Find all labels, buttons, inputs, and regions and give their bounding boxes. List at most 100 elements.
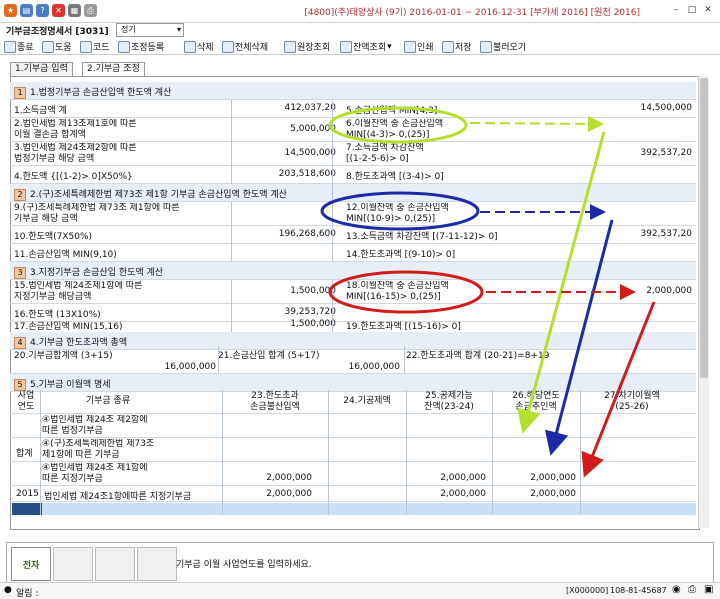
section-badge: 1 — [14, 87, 26, 99]
bottom-slot-button[interactable] — [53, 547, 93, 581]
field-label: 10.한도액(7X50%) — [14, 232, 93, 242]
field-value[interactable]: 392,537,20 — [570, 148, 692, 158]
row-4: 4.한도액 {[(1-2)> 0]X50%} 203,518,600 8.한도초… — [10, 166, 696, 184]
field-value[interactable]: 1,500,000 — [240, 319, 336, 329]
tool-delete-all-button[interactable]: 전체삭제 — [222, 40, 268, 53]
minimize-button[interactable]: – — [668, 4, 684, 17]
maximize-button[interactable]: □ — [684, 4, 700, 17]
tool-code-button[interactable]: 코드 — [80, 40, 110, 53]
divider — [328, 390, 329, 515]
field-value[interactable]: 16,000,000 — [110, 362, 216, 372]
field-value[interactable]: 412,037,20 — [240, 103, 336, 113]
section-title: 3.지정기부금 손금산입 한도액 계산 — [30, 268, 164, 278]
tool-ledger-button[interactable]: 원장조회 — [284, 40, 330, 53]
status-alert: 알림 : — [16, 589, 39, 599]
calculator-icon[interactable]: ▦ — [68, 4, 81, 17]
field-value[interactable]: 14,500,000 — [570, 103, 692, 113]
field-value[interactable]: 16,000,000 — [300, 362, 400, 372]
cell-value[interactable]: 2,000,000 — [406, 489, 486, 499]
cell-value[interactable]: 2,000,000 — [492, 489, 576, 499]
row-3: 3.법인세법 제24조제2항에 따른 법정기부금 해당 금액 14,500,00… — [10, 142, 696, 166]
field-value[interactable]: 203,518,600 — [240, 169, 336, 179]
section-title: 2.(구)조세특례제한법 제73조 제1항 기부금 손금산입액 한도액 계산 — [30, 190, 287, 200]
field-label: 3.법인세법 제24조제2항에 따른 법정기부금 해당 금액 — [14, 143, 137, 164]
donation-kind: ④(구)조세특례제한법 제73조 제1항에 따른 기부금 — [42, 439, 155, 460]
tool-load-button[interactable]: 불러오기 — [480, 40, 526, 53]
tab-donation-input[interactable]: 1.기부금 입력 — [10, 62, 73, 76]
column-header: 24.기공제액 — [343, 396, 391, 406]
toolbar: 종료 도움 코드 조정등록 삭제 전체삭제 원장조회 잔액조회 ▾ 인쇄 저장 불… — [0, 38, 720, 55]
help-circle-icon[interactable]: ? — [36, 4, 49, 17]
field-label: 15.법인세법 제24조제1항에 따른 지정기부금 해당금액 — [14, 281, 143, 302]
period-combo[interactable]: 정기 ▾ — [116, 23, 184, 37]
field-label: 13.소득금액 차감잔액 [(7-11-12)> 0] — [346, 232, 498, 242]
field-label: 17.손금산입액 MIN(15,16) — [14, 322, 123, 332]
e-filing-button[interactable]: 전자 — [11, 547, 51, 581]
tool-delete-button[interactable]: 삭제 — [184, 40, 214, 53]
app-icon: ★ — [4, 4, 17, 17]
printer-icon[interactable]: ⎙ — [688, 584, 696, 595]
delete-all-icon — [222, 40, 234, 53]
field-label: 21.손금산입 합계 (5+17) — [218, 351, 320, 361]
cell-value[interactable]: 2,000,000 — [406, 473, 486, 483]
field-value[interactable]: 14,500,000 — [240, 148, 336, 158]
header-bar: 기부금조정명세서 [3031] 정기 ▾ — [0, 22, 720, 38]
camera-icon[interactable]: ◉ — [672, 584, 681, 595]
cell-value[interactable]: 2,000,000 — [492, 473, 576, 483]
tool-balance-button[interactable]: 잔액조회 ▾ — [340, 40, 392, 53]
scroll-thumb[interactable] — [700, 78, 708, 378]
tool-register-button[interactable]: 조정등록 — [118, 40, 164, 53]
divider — [332, 280, 333, 332]
tool-save-button[interactable]: 저장 — [442, 40, 472, 53]
printer-icon[interactable]: ⎙ — [84, 4, 97, 17]
field-label: 7.소득금액 차감잔액 [(1-2-5-6)> 0] — [346, 143, 424, 164]
tool-label: 도움 — [55, 43, 72, 53]
field-value[interactable]: 5,000,000 — [240, 124, 336, 134]
column-header: 사업 연도 — [17, 391, 35, 412]
minimize-list-icon[interactable]: ▤ — [20, 4, 33, 17]
close-red-icon[interactable]: ✕ — [52, 4, 65, 17]
divider — [231, 280, 232, 332]
section-header-1: 1 1.법정기부금 손금산입액 한도액 계산 — [10, 82, 696, 100]
tool-label: 전체삭제 — [235, 43, 269, 53]
divider — [404, 346, 405, 374]
page-title: 기부금조정명세서 [3031] — [6, 27, 109, 37]
close-icon — [4, 40, 16, 53]
field-label: 2.법인세법 제13조제1호에 따른 이월 결손금 합계액 — [14, 119, 137, 140]
field-value[interactable]: 392,537,20 — [570, 229, 692, 239]
tool-label: 불러오기 — [493, 43, 527, 53]
bottom-slot-button[interactable] — [95, 547, 135, 581]
section-title: 5.기부금 이월액 명세 — [30, 380, 111, 390]
bottom-panel: 전자 — [6, 542, 714, 584]
tool-close-button[interactable]: 종료 — [4, 40, 34, 53]
vertical-scrollbar[interactable] — [698, 76, 709, 528]
field-label: 22.한도초과액 합계 (20-21)=8+19 — [406, 351, 550, 361]
bottom-slot-button[interactable] — [137, 547, 177, 581]
selected-row[interactable] — [42, 503, 696, 515]
field-label: 11.손금산입액 MIN(9,10) — [14, 250, 117, 260]
field-label: 20.기부금합계액 (3+15) — [14, 351, 113, 361]
field-value[interactable]: 196,268,600 — [240, 229, 336, 239]
divider — [222, 390, 223, 515]
field-label: 14.한도초과액 [(9-10)> 0] — [346, 250, 456, 260]
selected-row-marker[interactable] — [12, 503, 42, 515]
tool-print-button[interactable]: 인쇄 — [404, 40, 434, 53]
field-value[interactable]: 1,500,000 — [240, 286, 336, 296]
tool-help-button[interactable]: 도움 — [42, 40, 72, 53]
field-value[interactable]: 2,000,000 — [570, 286, 692, 296]
field-label: 18.이월잔액 중 손금산입액 MIN[(16-15)> 0,(25)] — [346, 281, 449, 302]
year-cell[interactable]: 2015 — [16, 489, 39, 499]
row-totals: 20.기부금합계액 (3+15) 21.손금산입 합계 (5+17) 22.한도… — [10, 346, 696, 374]
field-label: 1.소득금액 계 — [14, 106, 67, 116]
close-button[interactable]: ✕ — [700, 4, 716, 17]
divider — [580, 390, 581, 515]
cell-value[interactable]: 2,000,000 — [222, 473, 312, 483]
save-icon — [442, 40, 454, 53]
status-code: [X000000] — [566, 586, 609, 595]
donation-kind[interactable]: 법인세법 제24조1항에따른 지정기부금 — [44, 489, 191, 502]
table-row[interactable]: 2015 법인세법 제24조1항에따른 지정기부금 2,000,000 2,00… — [10, 486, 696, 502]
cell-value[interactable]: 2,000,000 — [222, 489, 312, 499]
save-icon[interactable]: ▣ — [704, 584, 713, 595]
tab-donation-adjust[interactable]: 2.기부금 조정 — [82, 62, 145, 76]
row-9: 9.(구)조세특례제한법 제73조 제1항에 따른 기부금 해당 금액 12.이… — [10, 202, 696, 226]
